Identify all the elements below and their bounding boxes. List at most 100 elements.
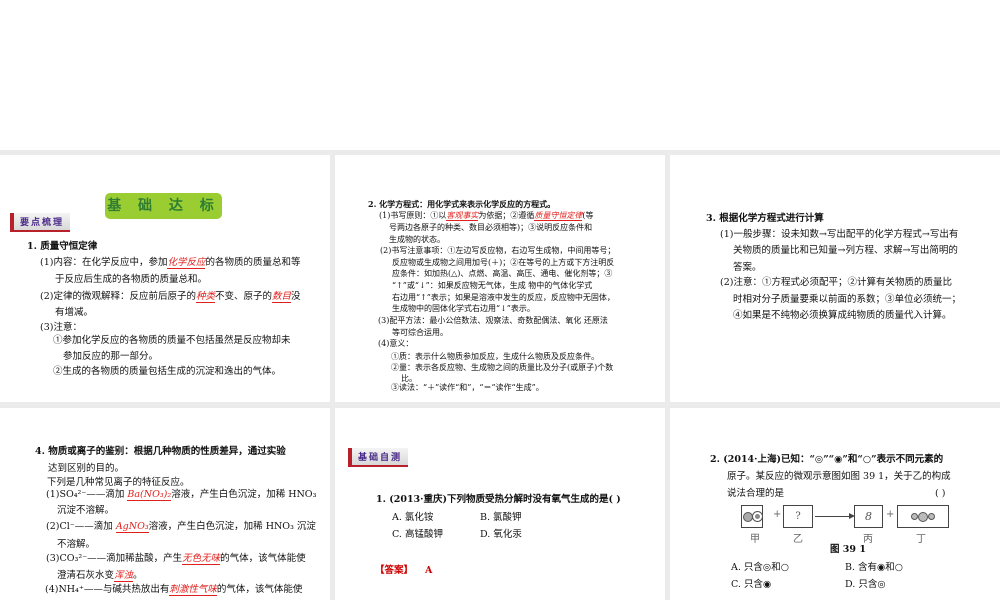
answer-blank: Ba(NO₃)₂ [127, 489, 172, 501]
text: 的气体，该气体能使 [220, 553, 306, 564]
text-line: 于反应后生成的各物质的质量总和。 [55, 274, 208, 285]
option-c: C. 高锰酸钾 [392, 529, 443, 540]
text-line: 达到区别的目的。 [48, 463, 125, 474]
text-line: 生成物的状态。 [389, 235, 445, 244]
text-line: 等可综合运用。 [392, 328, 448, 337]
text-line: (1)SO₄²⁻——滴加 Ba(NO₃)₂溶液，产生白色沉淀，加稀 HNO₃ [46, 489, 316, 501]
text-line: 说法合理的是 [727, 488, 785, 499]
text-line: (3)配平方法：最小公倍数法、观察法、奇数配偶法、氧化 还原法 [378, 316, 608, 325]
slide-thumbnail-1[interactable]: 基 础 达 标 要点梳理 1. 质量守恒定律 (1)内容：在化学反应中，参加化学… [0, 155, 330, 402]
slide-thumbnail-5[interactable]: 基础自测 1. (2013·重庆)下列物质受热分解时没有氧气生成的是( ) A.… [335, 408, 665, 600]
text-line: (1)书写原则：①以客观事实为依据；②遵循质量守恒定律(等 [379, 211, 593, 221]
answer-blank: 浑浊 [114, 570, 134, 582]
text: (3)CO₃²⁻——滴加稀盐酸，产生 [46, 553, 183, 564]
option-a: A. 只含◎和○ [731, 562, 789, 573]
answer-label: 【答案】 [375, 565, 414, 576]
text-line: 参加反应的那一部分。 [63, 351, 159, 362]
text-line: 不溶解。 [57, 539, 96, 550]
heading: 4. 物质或离子的鉴别：根据几种物质的性质差异，通过实验 [35, 446, 286, 457]
text: (1)SO₄²⁻——滴加 [46, 489, 128, 500]
text-line: 时相对分子质量要乘以前面的系数；③单位必须统一； [733, 294, 962, 305]
question-text: 2. (2014·上海)已知：“◎”“◉”和“○”表示不同元素的 [710, 454, 944, 465]
answer-value: A [425, 565, 433, 576]
reaction-arrow [815, 516, 851, 517]
text-line: (1)内容：在化学反应中，参加化学反应的各物质的质量总和等 [40, 257, 301, 269]
text-line: ①质：表示什么物质参加反应，生成什么物质及反应条件。 [391, 352, 599, 361]
label-jia: 甲 [750, 534, 760, 545]
text-line: 右边用“↑”表示；如果是溶液中发生的反应，反应物中无固体， [392, 293, 615, 302]
text: (2)Cl⁻——滴加 [46, 521, 116, 532]
text-line: 沉淀不溶解。 [57, 505, 115, 516]
text-line: ③读法：“＋”读作“和”，“＝”读作“生成”。 [391, 383, 544, 392]
text: 为依据；②遵循 [478, 211, 535, 220]
slide-thumbnail-4[interactable]: 4. 物质或离子的鉴别：根据几种物质的性质差异，通过实验 达到区别的目的。 下列… [0, 408, 330, 600]
answer-blank: 质量守恒定律 [534, 211, 583, 221]
answer-blank: 刺激性气味 [169, 584, 217, 596]
atom-icon [742, 511, 753, 522]
option-c: C. 只含◉ [731, 579, 772, 590]
molecule-box-bing: 8 [854, 505, 883, 528]
text-line: (2)Cl⁻——滴加 AgNO₃溶液，产生白色沉淀，加稀 HNO₃ 沉淀 [46, 521, 316, 533]
text-line: 反应物或生成物之间用加号(＋)；②在等号的上方或下方注明反 [392, 258, 615, 267]
answer-blank: 种类 [195, 291, 215, 303]
text-line: 答案。 [733, 262, 762, 273]
text: 。 [133, 570, 143, 581]
text-line: (3)CO₃²⁻——滴加稀盐酸，产生无色无味的气体，该气体能使 [46, 553, 306, 565]
text: 不变、原子的 [214, 291, 272, 302]
text-line: (2)书写注意事项：①左边写反应物，右边写生成物，中间用等号； [380, 246, 616, 255]
label-bing: 丙 [863, 534, 873, 545]
text-line: (3)注意： [40, 322, 82, 333]
text-line: 生成物中的固体化学式右边用“↓”表示。 [392, 304, 535, 313]
text-line: ②量：表示各反应物、生成物之间的质量比及分子(或原子)个数 [391, 363, 614, 372]
answer-blank: 无色无味 [182, 553, 221, 565]
text-line: ④如果是不纯物必须换算成纯物质的质量代入计算。 [733, 310, 952, 321]
text-line: (2)注意：①方程式必须配平；②计算有关物质的质量比 [720, 277, 952, 288]
figure-caption: 图 39 1 [830, 544, 866, 555]
label-ding: 丁 [916, 534, 926, 545]
slide-thumbnail-6[interactable]: 2. (2014·上海)已知：“◎”“◉”和“○”表示不同元素的 原子。某反应的… [670, 408, 1000, 600]
text: 的气体，该气体能使 [216, 584, 303, 595]
heading: 1. 质量守恒定律 [27, 241, 98, 252]
text: (2)定律的微观解释：反应前后原子的 [40, 291, 196, 302]
section-title-button: 基 础 达 标 [105, 193, 222, 219]
label-yi: 乙 [793, 534, 803, 545]
answer-blank: 化学反应 [167, 257, 206, 269]
molecule-box-jia [741, 505, 763, 528]
atom-icon [918, 511, 928, 522]
slide-thumbnail-2[interactable]: 2. 化学方程式：用化学式来表示化学反应的方程式。 (1)书写原则：①以客观事实… [335, 155, 665, 402]
text-line: 原子。某反应的微观示意图如图 39 1，关于乙的构成 [727, 471, 951, 482]
question-text: 1. (2013·重庆)下列物质受热分解时没有氧气生成的是( ) [376, 494, 621, 505]
text: 溶液，产生白色沉淀，加稀 HNO₃ 沉淀 [148, 521, 316, 532]
text-line: “↑”或“↓”：如果反应物无气体，生成 物中的气体化学式 [392, 281, 593, 290]
text: 没 [291, 291, 301, 302]
molecule-icon: 8 [865, 510, 872, 523]
unknown-mark: ? [795, 511, 801, 522]
slide-thumbnail-3[interactable]: 3. 根据化学方程式进行计算 (1)一般步骤：设未知数→写出配平的化学方程式→写… [670, 155, 1000, 402]
answer-blank: 客观事实 [446, 211, 479, 221]
option-a: A. 氯化铵 [392, 512, 434, 523]
molecule-box-yi: ? [783, 505, 813, 528]
text: (1)书写原则：①以 [379, 211, 447, 220]
text-line: 号两边各原子的种类、数目必须相等)；③说明反应条件和 [389, 223, 593, 232]
text: (1)内容：在化学反应中，参加 [40, 257, 168, 268]
text-line: 澄清石灰水变浑浊。 [57, 570, 143, 582]
atom-icon [751, 511, 763, 522]
answer-blank: 数目 [272, 291, 292, 303]
atom-icon [928, 513, 935, 520]
text: 的各物质的质量总和等 [205, 257, 301, 268]
text-line: 有增减。 [55, 307, 94, 318]
answer-blank: AgNO₃ [115, 521, 149, 533]
answer-paren: ( ) [935, 488, 946, 499]
text: (4)NH₄⁺——与碱共热放出有 [45, 584, 170, 595]
text-line: ①参加化学反应的各物质的质量不包括虽然是反应物却未 [53, 335, 291, 346]
option-b: B. 氯酸钾 [480, 512, 522, 523]
plus-sign: + [773, 509, 782, 520]
plus-sign: + [886, 509, 895, 520]
option-b: B. 含有◉和○ [845, 562, 904, 573]
option-d: D. 只含◎ [845, 579, 886, 590]
text-line: (4)NH₄⁺——与碱共热放出有刺激性气味的气体，该气体能使 [45, 584, 302, 596]
text: 澄清石灰水变 [57, 570, 115, 581]
heading: 2. 化学方程式：用化学式来表示化学反应的方程式。 [368, 199, 556, 209]
text-line: (1)一般步骤：设未知数→写出配平的化学方程式→写出有 [720, 229, 959, 240]
text-line: ②生成的各物质的质量包括生成的沉淀和逸出的气体。 [53, 366, 282, 377]
